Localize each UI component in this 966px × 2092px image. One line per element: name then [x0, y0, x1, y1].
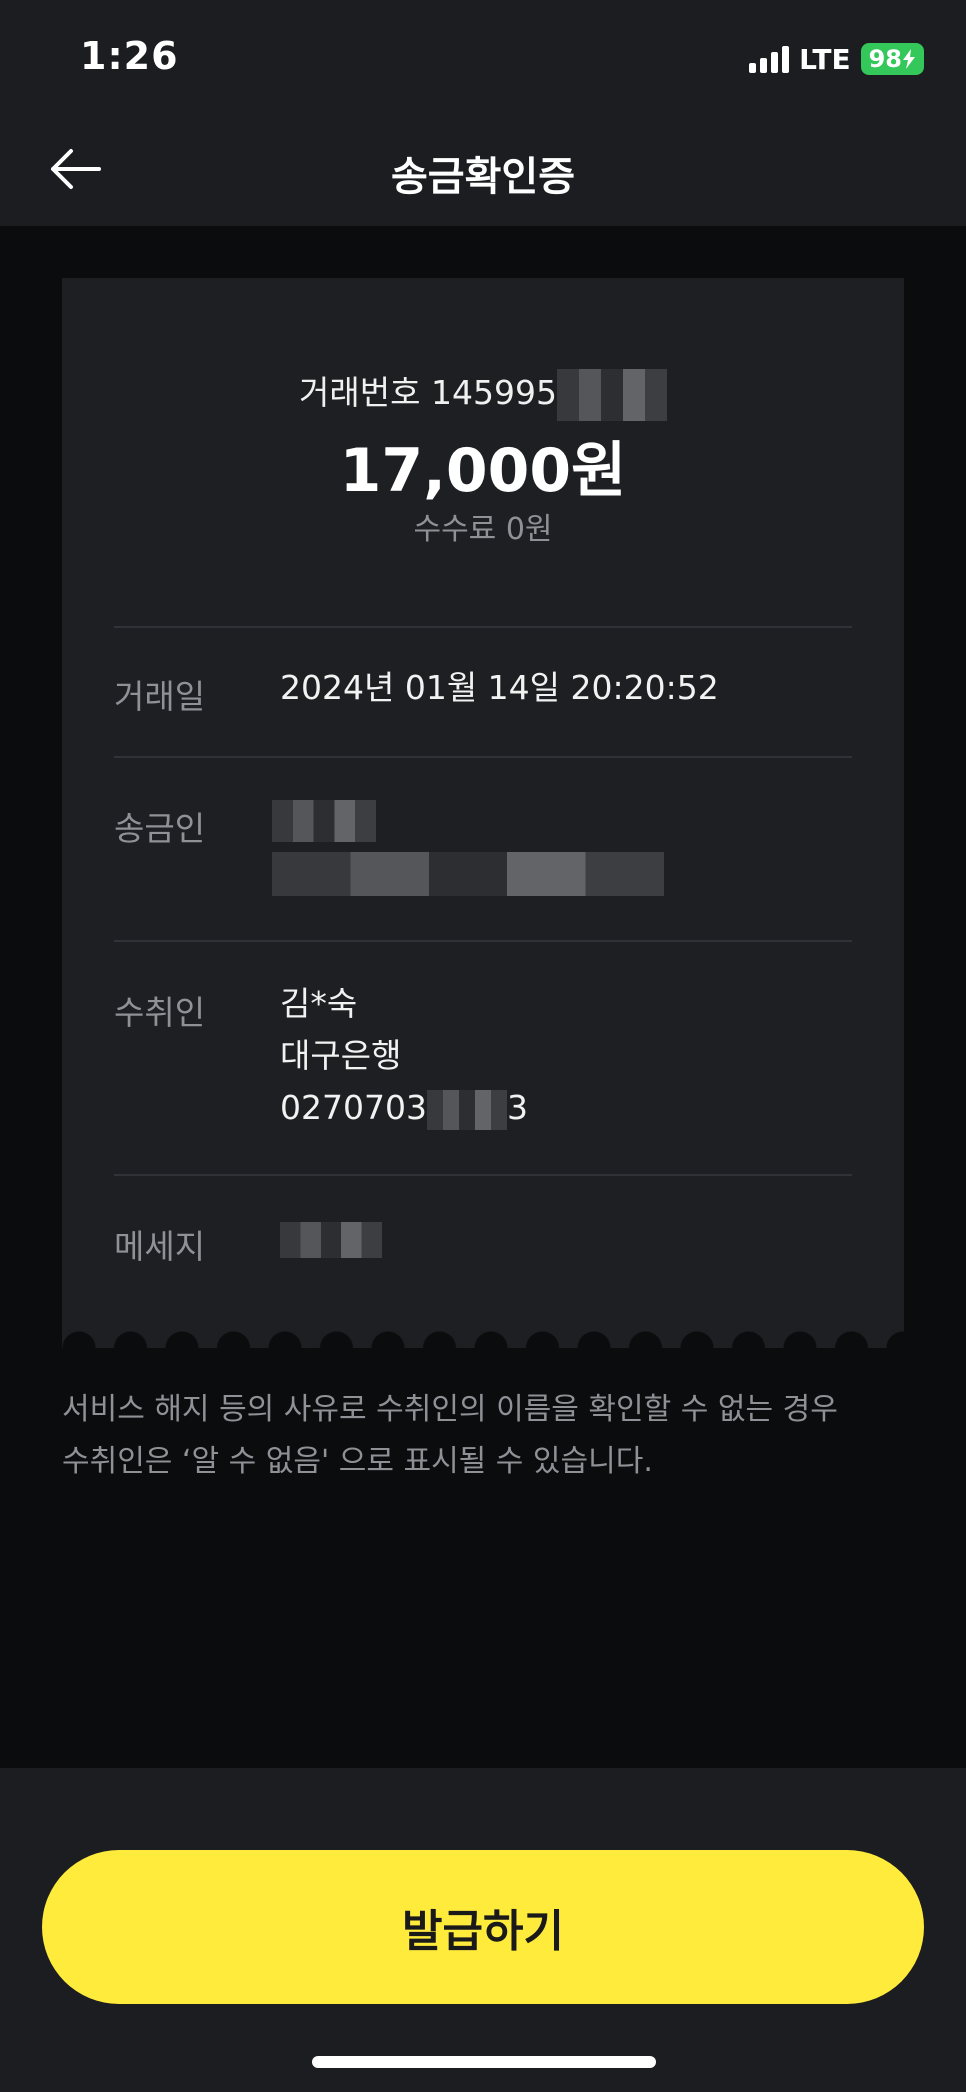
- transfer-amount: 17,000원: [339, 436, 627, 506]
- status-indicators: LTE 98: [749, 42, 924, 76]
- recipient-account-suffix: 3: [506, 1088, 528, 1127]
- battery-level: 98: [868, 45, 902, 73]
- recipient-label: 수취인: [114, 993, 206, 1032]
- nav-bar: 송금확인증: [0, 110, 966, 226]
- signal-icon: [749, 45, 790, 73]
- receipt-card: 거래번호 145995 17,000원 수수료 0원 거래일 2024년 01월…: [62, 278, 904, 1318]
- receipt-scalloped-edge: [62, 1318, 904, 1348]
- divider: [114, 940, 852, 942]
- date-value: 2024년 01월 14일 20:20:52: [280, 668, 719, 707]
- notice-line-2: 수취인은 ‘알 수 없음' 으로 표시될 수 있습니다.: [62, 1444, 653, 1479]
- divider: [114, 756, 852, 758]
- masked-message: [280, 1222, 382, 1258]
- divider: [114, 1174, 852, 1176]
- recipient-bank: 대구은행: [280, 1036, 402, 1075]
- recipient-name: 김*숙: [280, 984, 358, 1023]
- date-label: 거래일: [114, 677, 206, 716]
- charging-bolt-icon: [903, 49, 915, 69]
- transaction-number: 거래번호 145995: [62, 366, 904, 421]
- masked-sender-account: [272, 852, 664, 896]
- masked-sender-name: [272, 800, 376, 842]
- status-time: 1:26: [80, 34, 179, 78]
- transfer-fee: 수수료 0원: [413, 512, 553, 547]
- battery-icon: 98: [860, 43, 924, 75]
- notice-text: 서비스 해지 등의 사유로 수취인의 이름을 확인할 수 없는 경우 수취인은 …: [62, 1384, 922, 1488]
- page-title: 송금확인증: [391, 154, 575, 200]
- masked-recipient-digits: [426, 1089, 507, 1130]
- network-type: LTE: [799, 42, 851, 76]
- notice-line-1: 서비스 해지 등의 사유로 수취인의 이름을 확인할 수 없는 경우: [62, 1392, 838, 1427]
- sender-label: 송금인: [114, 809, 206, 848]
- recipient-account-prefix: 0270703: [280, 1088, 427, 1127]
- status-bar: 1:26 LTE 98: [0, 0, 966, 110]
- recipient-account: 0270703 3: [280, 1082, 528, 1134]
- message-label: 메세지: [114, 1227, 206, 1266]
- home-indicator[interactable]: [312, 2056, 656, 2068]
- transaction-number-text: 거래번호 145995: [299, 373, 557, 412]
- issue-button[interactable]: 발급하기: [42, 1850, 924, 2004]
- masked-transaction-digits: [556, 368, 667, 421]
- divider: [114, 626, 852, 628]
